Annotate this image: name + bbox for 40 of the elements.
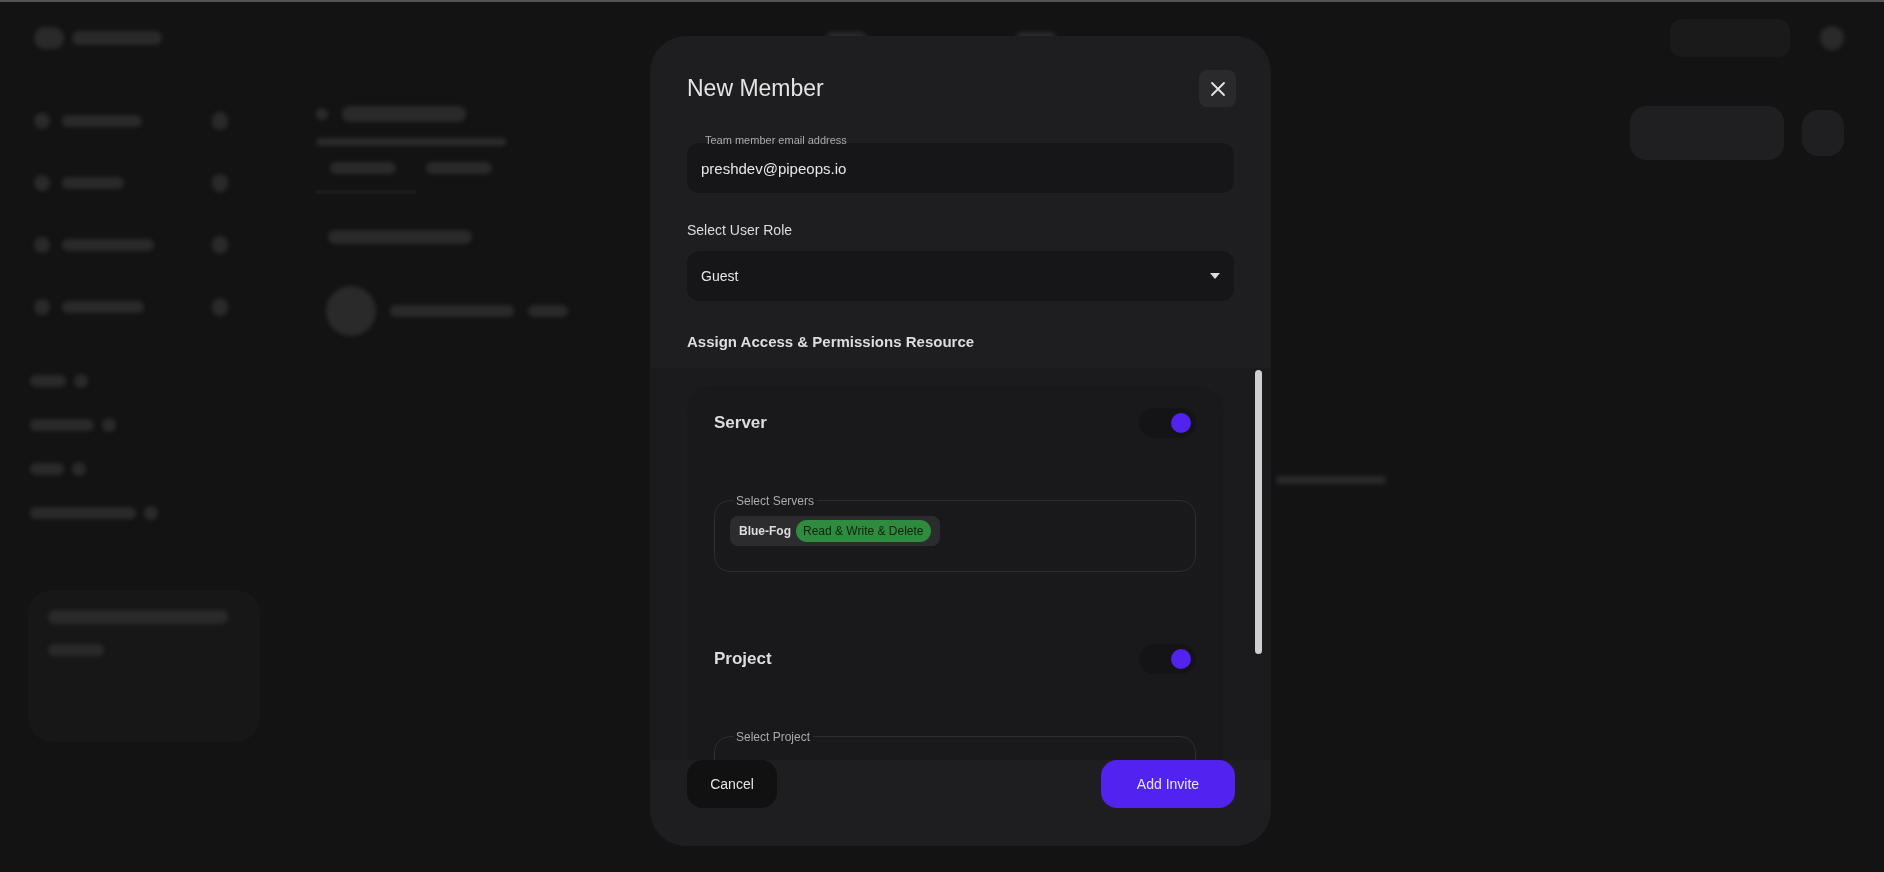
blurred-icon xyxy=(74,374,88,388)
add-invite-button[interactable]: Add Invite xyxy=(1101,760,1235,808)
blurred-text xyxy=(426,162,492,174)
blurred-icon xyxy=(34,175,50,191)
blurred-badge xyxy=(212,236,228,254)
scrollbar-thumb[interactable] xyxy=(1255,369,1262,654)
blurred-icon xyxy=(34,299,50,315)
chip-name: Blue-Fog xyxy=(739,522,791,540)
close-button[interactable] xyxy=(1199,70,1236,107)
blurred-icon xyxy=(144,506,158,520)
toggle-switch[interactable] xyxy=(1139,407,1196,438)
blurred-avatar xyxy=(1820,26,1844,50)
blurred-badge xyxy=(212,298,228,316)
toggle-switch[interactable] xyxy=(1139,643,1196,674)
blurred-avatar xyxy=(326,286,376,336)
close-icon xyxy=(1209,80,1226,97)
blurred-text xyxy=(62,177,124,189)
modal-title: New Member xyxy=(687,74,824,104)
blurred-text xyxy=(528,305,568,317)
blurred-text xyxy=(330,162,396,174)
resource-title: Server xyxy=(714,411,767,434)
blurred-logo xyxy=(34,27,64,49)
cancel-button[interactable]: Cancel xyxy=(687,760,777,808)
caret-icon xyxy=(1210,273,1220,279)
blurred-icon xyxy=(72,462,86,476)
blurred-text xyxy=(30,375,66,387)
field-label: Team member email address xyxy=(705,135,847,146)
email-field[interactable]: preshdev@pipeops.io xyxy=(687,143,1234,193)
section-heading: Assign Access & Permissions Resource xyxy=(687,332,976,352)
blurred-text xyxy=(30,463,64,475)
blurred-text xyxy=(30,419,94,431)
role-label: Select User Role xyxy=(687,221,794,240)
blurred-icon xyxy=(102,418,116,432)
blurred-badge xyxy=(212,112,228,130)
resource-title: Project xyxy=(714,647,772,670)
role-select[interactable]: Guest xyxy=(687,251,1234,301)
blurred-badge xyxy=(212,174,228,192)
permission-badge: Read & Write & Delete xyxy=(796,519,931,542)
blurred-icon xyxy=(34,113,50,129)
blurred-icon xyxy=(34,237,50,253)
